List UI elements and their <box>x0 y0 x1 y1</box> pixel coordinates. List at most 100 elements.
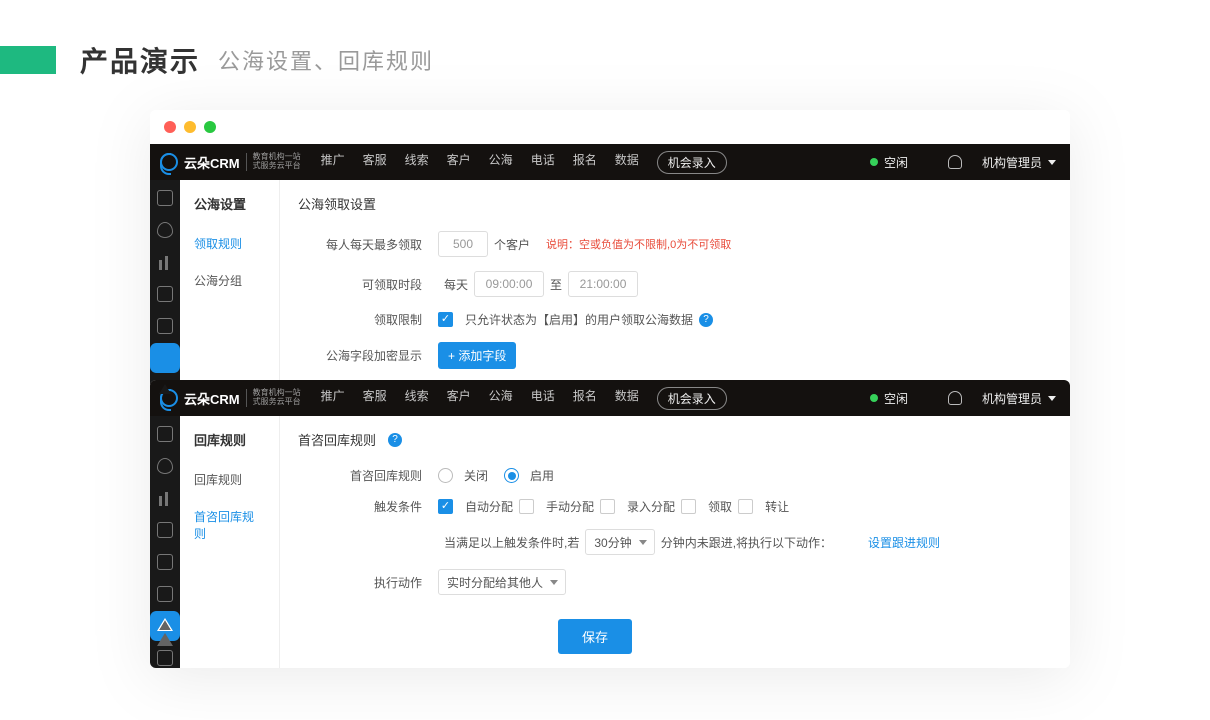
status-dot-icon <box>870 394 878 402</box>
row-time-range: 可领取时段 每天 至 <box>298 271 1052 297</box>
sub-nav-title: 公海设置 <box>180 180 279 225</box>
help-icon[interactable]: ? <box>699 313 713 327</box>
user-menu[interactable]: 机构管理员 <box>982 154 1056 171</box>
action-dropdown[interactable]: 实时分配给其他人 <box>438 569 566 595</box>
status-dot-icon <box>870 158 878 166</box>
chevron-down-icon <box>1048 160 1056 165</box>
enabled-only-checkbox[interactable] <box>438 312 453 327</box>
nav-signup[interactable]: 报名 <box>573 387 597 410</box>
rail-icon-8[interactable] <box>157 650 173 666</box>
time-daily-text: 每天 <box>444 276 468 293</box>
nav-service[interactable]: 客服 <box>363 151 387 174</box>
nav-data[interactable]: 数据 <box>615 151 639 174</box>
nav-public-sea[interactable]: 公海 <box>489 151 513 174</box>
cb-auto-assign[interactable] <box>438 499 453 514</box>
sub-first-consult-rules[interactable]: 首咨回库规则 <box>180 498 279 552</box>
bell-icon[interactable] <box>948 391 962 405</box>
encrypt-label: 公海字段加密显示 <box>298 347 438 364</box>
time-range-label: 可领取时段 <box>298 276 438 293</box>
cb-claim[interactable] <box>681 499 696 514</box>
sub-return-rules[interactable]: 回库规则 <box>180 461 279 498</box>
radio-on[interactable] <box>504 468 519 483</box>
slide-title-bar: 产品演示 公海设置、回库规则 <box>0 0 1210 110</box>
rail-public-sea-icon[interactable] <box>157 350 173 366</box>
row-daily-limit: 每人每天最多领取 个客户 说明：空或负值为不限制,0为不可领取 <box>298 231 1052 257</box>
rail-shield-icon[interactable] <box>157 222 173 238</box>
nav-service[interactable]: 客服 <box>363 387 387 410</box>
help-icon[interactable]: ? <box>388 433 402 447</box>
slide-title: 产品演示 <box>80 40 200 80</box>
icon-rail <box>150 416 180 668</box>
accent-block <box>0 46 56 74</box>
top-nav: 推广 客服 线索 客户 公海 电话 报名 数据 机会录入 <box>321 151 727 174</box>
section-title: 首咨回库规则? <box>298 430 1052 449</box>
nav-promo[interactable]: 推广 <box>321 151 345 174</box>
rail-icon-1[interactable] <box>157 190 173 206</box>
row-encrypt-fields: 公海字段加密显示 + 添加字段 <box>298 342 1052 369</box>
nav-signup[interactable]: 报名 <box>573 151 597 174</box>
row-claim-limit: 领取限制 只允许状态为【启用】的用户领取公海数据 ? <box>298 311 1052 328</box>
brand-name: 云朵CRM <box>184 389 240 408</box>
rail-icon-5[interactable] <box>157 318 173 334</box>
status-indicator[interactable]: 空闲 <box>870 390 908 407</box>
enable-label: 首咨回库规则 <box>298 467 438 484</box>
action-label: 执行动作 <box>298 574 438 591</box>
rail-chart-icon[interactable] <box>157 490 173 506</box>
sub-claim-rules[interactable]: 领取规则 <box>180 225 279 262</box>
daily-limit-note: 说明：空或负值为不限制,0为不可领取 <box>546 236 731 252</box>
row-enable: 首咨回库规则 关闭 启用 <box>298 467 1052 484</box>
trigger-label: 触发条件 <box>298 498 438 515</box>
nav-customers[interactable]: 客户 <box>447 151 471 174</box>
logo-icon <box>160 153 178 171</box>
rail-triangle-icon[interactable] <box>157 618 173 646</box>
nav-customers[interactable]: 客户 <box>447 387 471 410</box>
nav-leads[interactable]: 线索 <box>405 387 429 410</box>
rail-icon-6[interactable] <box>157 586 173 602</box>
opportunity-entry-button[interactable]: 机会录入 <box>657 151 727 174</box>
bell-icon[interactable] <box>948 155 962 169</box>
section-title: 公海领取设置 <box>298 194 1052 213</box>
sub-sea-groups[interactable]: 公海分组 <box>180 262 279 299</box>
cb-entry-assign[interactable] <box>600 499 615 514</box>
nav-leads[interactable]: 线索 <box>405 151 429 174</box>
rail-shield-icon[interactable] <box>157 458 173 474</box>
sub-nav: 回库规则 回库规则 首咨回库规则 <box>180 416 280 668</box>
user-menu[interactable]: 机构管理员 <box>982 390 1056 407</box>
row-trigger-time: 当满足以上触发条件时,若 30分钟 分钟内未跟进,将执行以下动作： 设置跟进规则 <box>298 529 1052 555</box>
close-dot[interactable] <box>164 121 176 133</box>
rail-icon-4[interactable] <box>157 286 173 302</box>
nav-phone[interactable]: 电话 <box>531 151 555 174</box>
brand-desc: 教育机构一站式服务云平台 <box>246 153 301 171</box>
nav-phone[interactable]: 电话 <box>531 387 555 410</box>
daily-limit-input[interactable] <box>438 231 488 257</box>
opportunity-entry-button[interactable]: 机会录入 <box>657 387 727 410</box>
cb-transfer[interactable] <box>738 499 753 514</box>
add-field-button[interactable]: + 添加字段 <box>438 342 516 369</box>
rail-icon-4[interactable] <box>157 522 173 538</box>
radio-off[interactable] <box>438 468 453 483</box>
cb-manual-assign[interactable] <box>519 499 534 514</box>
app-topbar: 云朵CRM 教育机构一站式服务云平台 推广 客服 线索 客户 公海 电话 报名 … <box>150 144 1070 180</box>
nav-data[interactable]: 数据 <box>615 387 639 410</box>
nav-promo[interactable]: 推广 <box>321 387 345 410</box>
rail-icon-5[interactable] <box>157 554 173 570</box>
zoom-dot[interactable] <box>204 121 216 133</box>
enabled-only-text: 只允许状态为【启用】的用户领取公海数据 <box>465 311 693 328</box>
set-follow-rule-link[interactable]: 设置跟进规则 <box>868 534 940 551</box>
time-to-text: 至 <box>550 276 562 293</box>
brand-desc: 教育机构一站式服务云平台 <box>246 389 301 407</box>
nav-public-sea[interactable]: 公海 <box>489 387 513 410</box>
brand-logo: 云朵CRM 教育机构一站式服务云平台 <box>150 389 311 408</box>
mac-traffic-lights <box>150 110 1070 144</box>
minimize-dot[interactable] <box>184 121 196 133</box>
rail-chart-icon[interactable] <box>157 254 173 270</box>
save-button[interactable]: 保存 <box>558 619 632 654</box>
rail-icon-1[interactable] <box>157 426 173 442</box>
time-from-input[interactable] <box>474 271 544 297</box>
claim-limit-label: 领取限制 <box>298 311 438 328</box>
status-indicator[interactable]: 空闲 <box>870 154 908 171</box>
daily-limit-label: 每人每天最多领取 <box>298 236 438 253</box>
timeout-dropdown[interactable]: 30分钟 <box>585 529 654 555</box>
window-return-rules: 云朵CRM 教育机构一站式服务云平台 推广 客服 线索 客户 公海 电话 报名 … <box>150 380 1070 668</box>
time-to-input[interactable] <box>568 271 638 297</box>
